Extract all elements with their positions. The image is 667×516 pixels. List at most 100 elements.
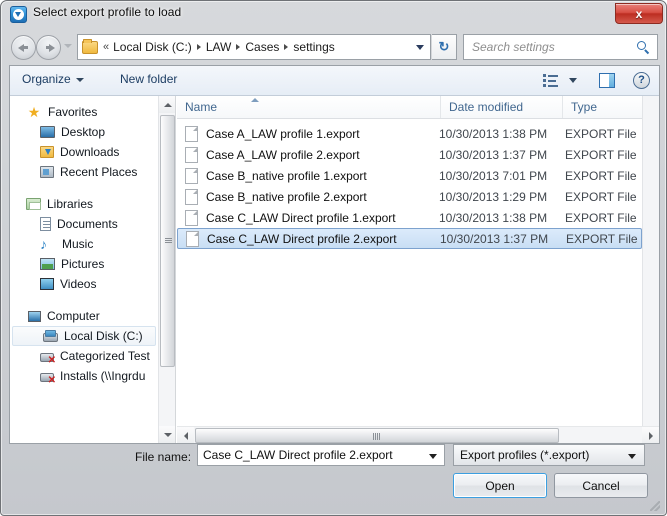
file-name-cell: Case B_native profile 1.export — [206, 168, 367, 183]
sidebar-item-label: Pictures — [61, 257, 105, 271]
sidebar-item-documents[interactable]: Documents — [10, 214, 158, 234]
window-title: Select export profile to load — [33, 5, 182, 19]
sidebar-item-label: Local Disk (C:) — [64, 329, 143, 343]
file-date-cell: 10/30/2013 1:38 PM — [439, 126, 548, 141]
back-button[interactable] — [11, 35, 36, 60]
documents-icon — [40, 217, 51, 231]
sidebar-item-installs-ingrdu[interactable]: Installs (\\Ingrdu — [10, 366, 158, 386]
sidebar-item-videos[interactable]: Videos — [10, 274, 158, 294]
sidebar-item-label: Recent Places — [60, 165, 138, 179]
help-icon[interactable]: ? — [633, 72, 650, 89]
navigation-pane-scrollbar[interactable] — [158, 96, 175, 443]
file-icon — [185, 209, 198, 226]
recent-locations-chevron-icon[interactable] — [64, 44, 72, 48]
table-row[interactable]: Case A_LAW profile 2.export 10/30/2013 1:… — [177, 144, 642, 165]
file-list-horizontal-scrollbar[interactable] — [177, 426, 659, 443]
address-bar[interactable]: « Local Disk (C:) LAW Cases settings — [77, 34, 431, 60]
column-header-name[interactable]: Name — [177, 96, 441, 118]
star-icon: ★ — [27, 104, 41, 120]
file-name-cell: Case C_LAW Direct profile 1.export — [206, 210, 396, 225]
file-list-vertical-scrollbar[interactable] — [642, 96, 659, 426]
pictures-icon — [40, 258, 55, 270]
file-icon — [185, 167, 198, 184]
network-drive-disconnected-icon — [40, 353, 56, 365]
address-bar-row: « Local Disk (C:) LAW Cases settings ↻ S… — [1, 29, 666, 65]
breadcrumb-separator-icon[interactable] — [284, 44, 289, 50]
table-row[interactable]: Case B_native profile 1.export 10/30/2013… — [177, 165, 642, 186]
file-list-pane: Name Date modified Type Case A_LAW profi… — [177, 96, 659, 443]
breadcrumb-separator-icon[interactable] — [196, 44, 201, 50]
open-button[interactable]: Open — [453, 473, 547, 498]
cancel-button[interactable]: Cancel — [554, 473, 648, 498]
address-dropdown-icon[interactable] — [416, 45, 424, 50]
dialog-client-area: Organize New folder ? ★ Favorites Desktop D… — [9, 65, 660, 444]
sidebar-item-downloads[interactable]: Downloads — [10, 142, 158, 162]
sidebar-item-label: Desktop — [61, 125, 106, 139]
close-icon: x — [635, 6, 643, 21]
sidebar-item-local-disk-c[interactable]: Local Disk (C:) — [12, 326, 156, 346]
resize-grip[interactable] — [650, 501, 660, 511]
column-header-date-modified[interactable]: Date modified — [441, 96, 563, 118]
local-disk-icon — [43, 330, 58, 342]
chevron-right-icon — [648, 431, 653, 440]
command-bar: Organize New folder ? — [10, 66, 659, 96]
view-list-icon[interactable] — [543, 74, 558, 88]
horizontal-scrollbar-thumb[interactable] — [195, 428, 559, 443]
chevron-up-icon — [163, 102, 172, 107]
sidebar-item-pictures[interactable]: Pictures — [10, 254, 158, 274]
sidebar-item-categorized-test[interactable]: Categorized Test — [10, 346, 158, 366]
close-button[interactable]: x — [615, 3, 663, 24]
breadcrumb-item-0[interactable]: Local Disk (C:) — [109, 40, 196, 54]
sidebar-group-favorites[interactable]: ★ Favorites — [10, 102, 158, 122]
recent-places-icon — [40, 166, 54, 178]
breadcrumb-separator-icon[interactable] — [236, 44, 241, 50]
preview-pane-icon[interactable] — [599, 73, 615, 88]
table-row[interactable]: Case C_LAW Direct profile 1.export 10/30/… — [177, 207, 642, 228]
file-name-label: File name: — [135, 450, 192, 464]
search-input[interactable]: Search settings — [463, 34, 658, 60]
forward-button[interactable] — [36, 35, 61, 60]
breadcrumb-item-3[interactable]: settings — [289, 40, 338, 54]
sidebar-group-label: Computer — [47, 309, 100, 323]
breadcrumb-item-1[interactable]: LAW — [202, 40, 236, 54]
scroll-up-button[interactable] — [159, 96, 175, 113]
refresh-button[interactable]: ↻ — [432, 34, 457, 60]
table-row[interactable]: Case A_LAW profile 1.export 10/30/2013 1:… — [177, 123, 642, 144]
scrollbar-thumb[interactable] — [160, 115, 175, 367]
file-date-cell: 10/30/2013 7:01 PM — [439, 168, 548, 183]
file-open-dialog-window: Select export profile to load x « Local … — [0, 0, 667, 516]
file-icon — [185, 188, 198, 205]
file-type-cell: EXPORT File — [566, 231, 638, 246]
file-name-chevron-down-icon[interactable] — [429, 454, 437, 459]
file-name-value: Case C_LAW Direct profile 2.export — [203, 448, 393, 462]
sidebar-item-desktop[interactable]: Desktop — [10, 122, 158, 142]
file-date-cell: 10/30/2013 1:29 PM — [439, 189, 548, 204]
search-icon — [637, 41, 650, 55]
title-bar: Select export profile to load x — [1, 1, 666, 29]
file-type-cell: EXPORT File — [565, 126, 637, 141]
chevron-left-icon — [183, 431, 188, 440]
scroll-right-button[interactable] — [642, 427, 659, 443]
scroll-down-button[interactable] — [159, 426, 175, 443]
table-row[interactable]: Case C_LAW Direct profile 2.export 10/30/… — [177, 228, 642, 249]
app-blue-chevron-icon — [10, 6, 27, 23]
downloads-folder-icon — [40, 146, 54, 158]
file-date-cell: 10/30/2013 1:37 PM — [439, 147, 548, 162]
sidebar-item-label: Documents — [57, 217, 118, 231]
sidebar-item-recent-places[interactable]: Recent Places — [10, 162, 158, 182]
sidebar-group-libraries[interactable]: Libraries — [10, 194, 158, 214]
sidebar-group-computer[interactable]: Computer — [10, 306, 158, 326]
nav-group-spacer — [10, 182, 158, 194]
organize-button[interactable]: Organize — [22, 72, 84, 86]
refresh-icon: ↻ — [438, 39, 450, 54]
view-options-chevron-down-icon[interactable] — [569, 78, 577, 83]
breadcrumb-item-2[interactable]: Cases — [241, 40, 283, 54]
sidebar-item-music[interactable]: ♪ Music — [10, 234, 158, 254]
new-folder-button[interactable]: New folder — [120, 72, 177, 86]
table-row[interactable]: Case B_native profile 2.export 10/30/2013… — [177, 186, 642, 207]
file-type-dropdown[interactable]: Export profiles (*.export) — [453, 444, 645, 466]
file-name-input[interactable]: Case C_LAW Direct profile 2.export — [197, 444, 445, 466]
libraries-icon — [26, 198, 41, 210]
scroll-left-button[interactable] — [177, 427, 194, 443]
computer-icon — [28, 310, 41, 322]
